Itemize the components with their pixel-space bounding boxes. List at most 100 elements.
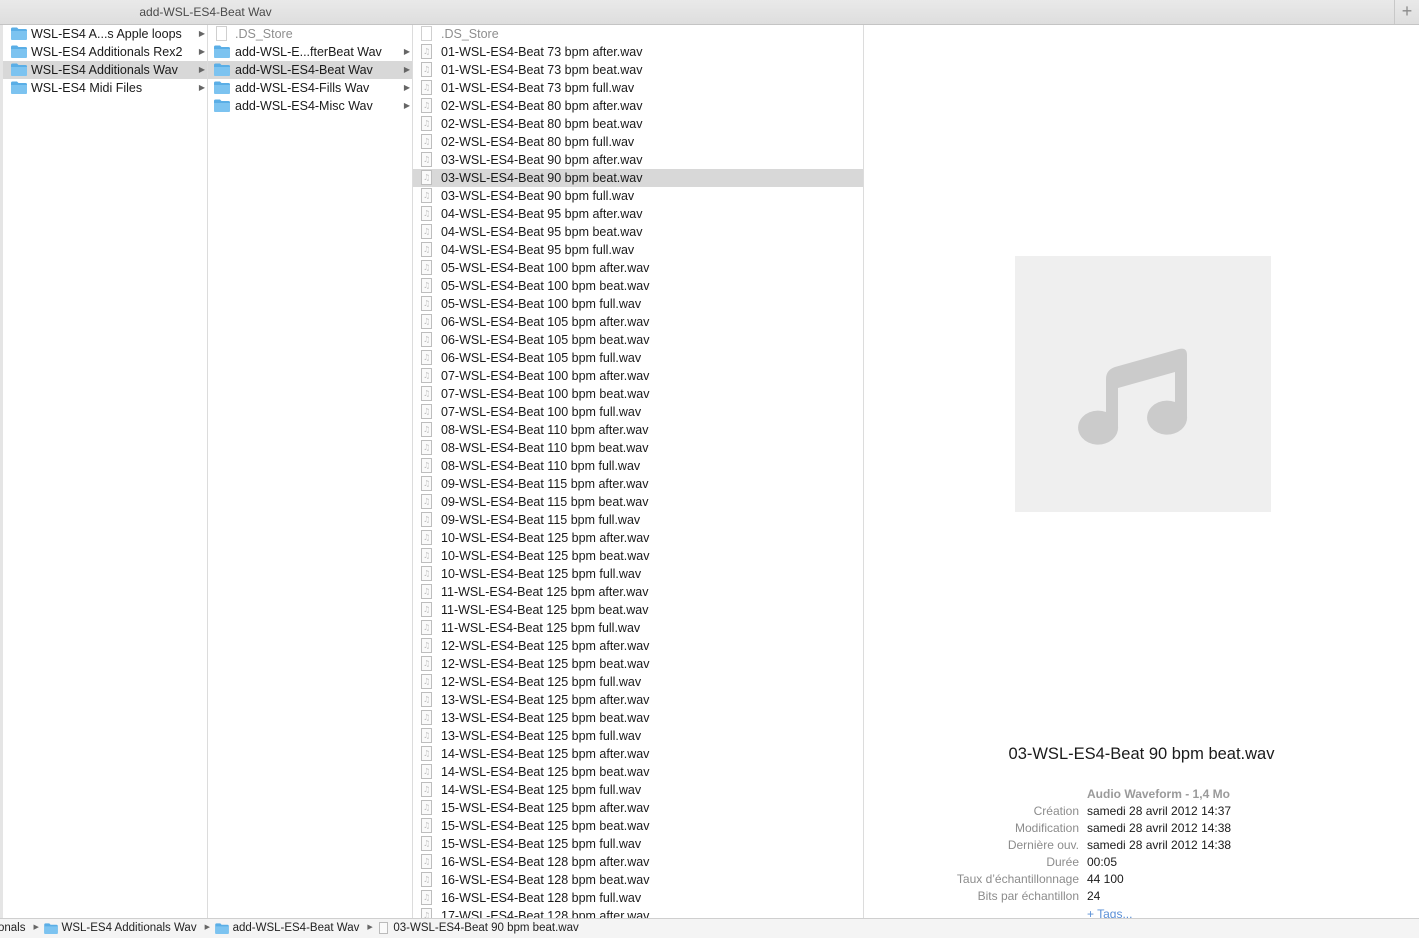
file-item[interactable]: 16-WSL-ES4-Beat 128 bpm beat.wav bbox=[413, 871, 863, 889]
path-crumb[interactable]: 03-WSL-ES4-Beat 90 bpm beat.wav bbox=[393, 922, 578, 934]
file-item[interactable]: 04-WSL-ES4-Beat 95 bpm full.wav bbox=[413, 241, 863, 259]
file-label: 01-WSL-ES4-Beat 73 bpm beat.wav bbox=[441, 63, 643, 77]
file-item[interactable]: 05-WSL-ES4-Beat 100 bpm beat.wav bbox=[413, 277, 863, 295]
file-item[interactable]: 06-WSL-ES4-Beat 105 bpm beat.wav bbox=[413, 331, 863, 349]
file-item[interactable]: 06-WSL-ES4-Beat 105 bpm full.wav bbox=[413, 349, 863, 367]
file-label: .DS_Store bbox=[235, 27, 293, 41]
audio-file-icon bbox=[421, 331, 432, 349]
file-item[interactable]: 15-WSL-ES4-Beat 125 bpm after.wav bbox=[413, 799, 863, 817]
folder-item[interactable]: add-WSL-ES4-Misc Wav ▶ bbox=[208, 97, 412, 115]
preview-title: 03-WSL-ES4-Beat 90 bpm beat.wav bbox=[1008, 745, 1275, 763]
new-tab-button[interactable]: + bbox=[1394, 0, 1419, 24]
path-crumb[interactable]: add-WSL-ES4-Beat Wav bbox=[233, 922, 360, 934]
audio-file-icon bbox=[421, 403, 432, 421]
file-item[interactable]: 03-WSL-ES4-Beat 90 bpm beat.wav bbox=[413, 169, 863, 187]
folder-item[interactable]: WSL-ES4 Midi Files ▶ bbox=[3, 79, 207, 97]
file-item[interactable]: 15-WSL-ES4-Beat 125 bpm full.wav bbox=[413, 835, 863, 853]
folder-icon bbox=[11, 45, 27, 58]
file-item[interactable]: 12-WSL-ES4-Beat 125 bpm beat.wav bbox=[413, 655, 863, 673]
audio-file-icon bbox=[421, 205, 432, 223]
file-item[interactable]: 02-WSL-ES4-Beat 80 bpm after.wav bbox=[413, 97, 863, 115]
folder-item[interactable]: WSL-ES4 A...s Apple loops ▶ bbox=[3, 25, 207, 43]
file-item[interactable]: 09-WSL-ES4-Beat 115 bpm beat.wav bbox=[413, 493, 863, 511]
file-item[interactable]: 13-WSL-ES4-Beat 125 bpm full.wav bbox=[413, 727, 863, 745]
folder-item[interactable]: add-WSL-E...fterBeat Wav ▶ bbox=[208, 43, 412, 61]
file-item[interactable]: 16-WSL-ES4-Beat 128 bpm full.wav bbox=[413, 889, 863, 907]
file-item[interactable]: 10-WSL-ES4-Beat 125 bpm after.wav bbox=[413, 529, 863, 547]
browser-column-1[interactable]: WSL-ES4 A...s Apple loops ▶ WSL-ES4 Additi… bbox=[0, 25, 208, 918]
audio-file-icon bbox=[421, 529, 432, 547]
file-item[interactable]: 01-WSL-ES4-Beat 73 bpm full.wav bbox=[413, 79, 863, 97]
file-item[interactable]: 07-WSL-ES4-Beat 100 bpm beat.wav bbox=[413, 385, 863, 403]
file-item[interactable]: 01-WSL-ES4-Beat 73 bpm after.wav bbox=[413, 43, 863, 61]
file-label: 10-WSL-ES4-Beat 125 bpm after.wav bbox=[441, 531, 650, 545]
file-item[interactable]: 07-WSL-ES4-Beat 100 bpm after.wav bbox=[413, 367, 863, 385]
file-label: 09-WSL-ES4-Beat 115 bpm after.wav bbox=[441, 477, 649, 491]
file-item[interactable]: 04-WSL-ES4-Beat 95 bpm beat.wav bbox=[413, 223, 863, 241]
file-item[interactable]: 13-WSL-ES4-Beat 125 bpm beat.wav bbox=[413, 709, 863, 727]
file-item[interactable]: 02-WSL-ES4-Beat 80 bpm full.wav bbox=[413, 133, 863, 151]
audio-file-icon bbox=[421, 187, 432, 205]
folder-item[interactable]: WSL-ES4 Additionals Rex2 ▶ bbox=[3, 43, 207, 61]
metadata-row: Dernière ouv. samedi 28 avril 2012 14:38 bbox=[864, 838, 1419, 855]
file-label: 04-WSL-ES4-Beat 95 bpm full.wav bbox=[441, 243, 635, 257]
folder-item[interactable]: add-WSL-ES4-Fills Wav ▶ bbox=[208, 79, 412, 97]
path-crumb[interactable]: onals bbox=[0, 922, 26, 934]
audio-file-icon bbox=[421, 547, 432, 565]
file-item[interactable]: 08-WSL-ES4-Beat 110 bpm beat.wav bbox=[413, 439, 863, 457]
file-item[interactable]: 14-WSL-ES4-Beat 125 bpm beat.wav bbox=[413, 763, 863, 781]
file-item[interactable]: 11-WSL-ES4-Beat 125 bpm after.wav bbox=[413, 583, 863, 601]
file-item[interactable]: 09-WSL-ES4-Beat 115 bpm after.wav bbox=[413, 475, 863, 493]
ds-store-item[interactable]: .DS_Store bbox=[413, 25, 863, 43]
file-item[interactable]: 15-WSL-ES4-Beat 125 bpm beat.wav bbox=[413, 817, 863, 835]
file-label: 15-WSL-ES4-Beat 125 bpm after.wav bbox=[441, 801, 650, 815]
file-item[interactable]: 12-WSL-ES4-Beat 125 bpm full.wav bbox=[413, 673, 863, 691]
file-item[interactable]: 01-WSL-ES4-Beat 73 bpm beat.wav bbox=[413, 61, 863, 79]
file-item[interactable]: 05-WSL-ES4-Beat 100 bpm full.wav bbox=[413, 295, 863, 313]
audio-file-icon bbox=[421, 313, 432, 331]
disclosure-arrow-icon: ▶ bbox=[198, 83, 205, 92]
file-item[interactable]: 08-WSL-ES4-Beat 110 bpm full.wav bbox=[413, 457, 863, 475]
file-item[interactable]: 02-WSL-ES4-Beat 80 bpm beat.wav bbox=[413, 115, 863, 133]
folder-label: add-WSL-ES4-Beat Wav bbox=[235, 63, 373, 77]
ds-store-item[interactable]: .DS_Store bbox=[208, 25, 412, 43]
file-label: 07-WSL-ES4-Beat 100 bpm after.wav bbox=[441, 369, 650, 383]
audio-file-icon bbox=[421, 349, 432, 367]
path-separator-icon: ▶ bbox=[367, 923, 373, 931]
file-item[interactable]: 12-WSL-ES4-Beat 125 bpm after.wav bbox=[413, 637, 863, 655]
audio-file-icon bbox=[421, 691, 432, 709]
file-item[interactable]: 04-WSL-ES4-Beat 95 bpm after.wav bbox=[413, 205, 863, 223]
file-item[interactable]: 16-WSL-ES4-Beat 128 bpm after.wav bbox=[413, 853, 863, 871]
file-item[interactable]: 14-WSL-ES4-Beat 125 bpm after.wav bbox=[413, 745, 863, 763]
file-item[interactable]: 17-WSL-ES4-Beat 128 bpm after.wav bbox=[413, 907, 863, 918]
file-label: 11-WSL-ES4-Beat 125 bpm full.wav bbox=[441, 621, 641, 635]
tab-active[interactable]: add-WSL-ES4-Beat Wav bbox=[0, 0, 411, 24]
folder-icon bbox=[214, 63, 230, 76]
file-item[interactable]: 10-WSL-ES4-Beat 125 bpm beat.wav bbox=[413, 547, 863, 565]
metadata-row: Durée 00:05 bbox=[864, 855, 1419, 872]
file-item[interactable]: 03-WSL-ES4-Beat 90 bpm full.wav bbox=[413, 187, 863, 205]
file-item[interactable]: 08-WSL-ES4-Beat 110 bpm after.wav bbox=[413, 421, 863, 439]
file-item[interactable]: 07-WSL-ES4-Beat 100 bpm full.wav bbox=[413, 403, 863, 421]
browser-column-2[interactable]: .DS_Store add-WSL-E...fterBeat Wav ▶ add-WS… bbox=[208, 25, 413, 918]
file-item[interactable]: 10-WSL-ES4-Beat 125 bpm full.wav bbox=[413, 565, 863, 583]
file-label: 04-WSL-ES4-Beat 95 bpm after.wav bbox=[441, 207, 643, 221]
file-label: 11-WSL-ES4-Beat 125 bpm after.wav bbox=[441, 585, 649, 599]
metadata-value: samedi 28 avril 2012 14:37 bbox=[1087, 804, 1232, 818]
file-item[interactable]: 14-WSL-ES4-Beat 125 bpm full.wav bbox=[413, 781, 863, 799]
file-label: 08-WSL-ES4-Beat 110 bpm after.wav bbox=[441, 423, 649, 437]
file-item[interactable]: 13-WSL-ES4-Beat 125 bpm after.wav bbox=[413, 691, 863, 709]
file-item[interactable]: 09-WSL-ES4-Beat 115 bpm full.wav bbox=[413, 511, 863, 529]
browser-column-3[interactable]: .DS_Store 01-WSL-ES4-Beat 73 bpm after.wa… bbox=[413, 25, 864, 918]
folder-item[interactable]: WSL-ES4 Additionals Wav ▶ bbox=[3, 61, 207, 79]
file-item[interactable]: 11-WSL-ES4-Beat 125 bpm beat.wav bbox=[413, 601, 863, 619]
file-item[interactable]: 06-WSL-ES4-Beat 105 bpm after.wav bbox=[413, 313, 863, 331]
tab-bar: add-WSL-ES4-Beat Wav + bbox=[0, 0, 1419, 25]
folder-item[interactable]: add-WSL-ES4-Beat Wav ▶ bbox=[208, 61, 412, 79]
music-note-icon bbox=[1015, 256, 1271, 512]
file-label: 16-WSL-ES4-Beat 128 bpm after.wav bbox=[441, 855, 650, 869]
file-item[interactable]: 05-WSL-ES4-Beat 100 bpm after.wav bbox=[413, 259, 863, 277]
file-item[interactable]: 03-WSL-ES4-Beat 90 bpm after.wav bbox=[413, 151, 863, 169]
file-item[interactable]: 11-WSL-ES4-Beat 125 bpm full.wav bbox=[413, 619, 863, 637]
path-crumb[interactable]: WSL-ES4 Additionals Wav bbox=[62, 922, 197, 934]
